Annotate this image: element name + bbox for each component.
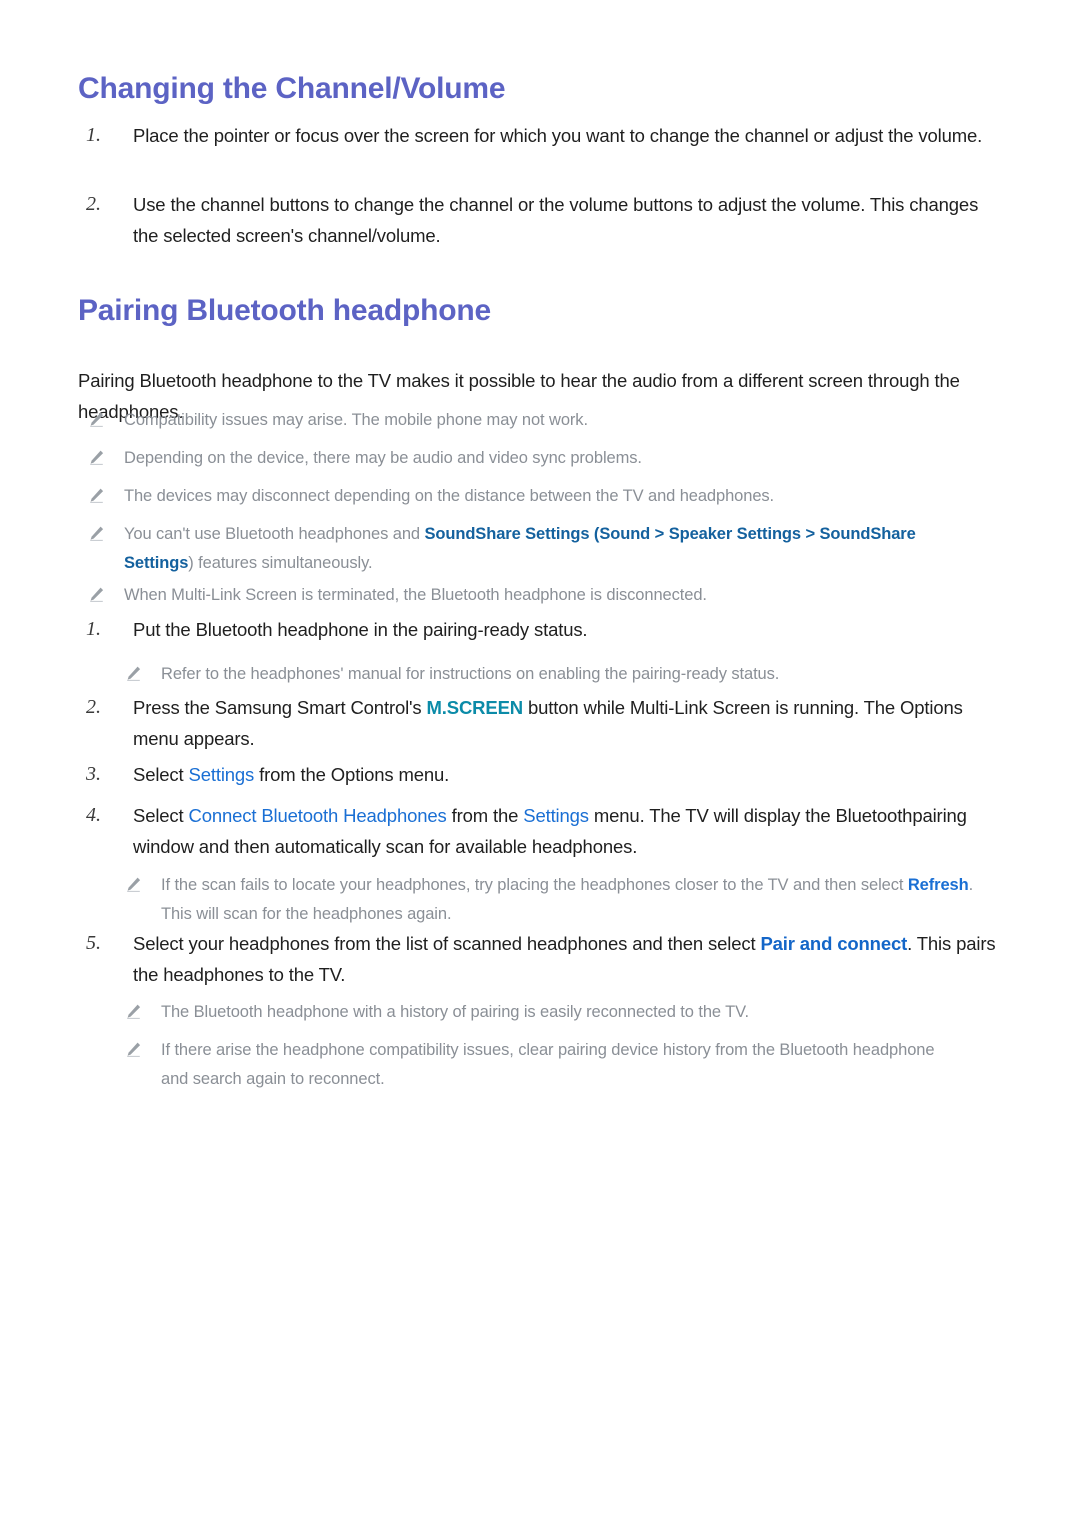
step-lead: Press the Samsung Smart Control's [133,697,427,718]
pencil-icon [88,487,105,504]
menu-ref-refresh[interactable]: Refresh [908,876,969,894]
list-item-text: Select Settings from the Options menu. [133,759,991,790]
chevron-right-icon: > [650,525,669,543]
pencil-icon [88,586,105,603]
list-item-text: Select Connect Bluetooth Headphones from… [133,800,991,862]
document-page: Changing the Channel/Volume 1. Place the… [0,0,1080,1527]
list-item-text: Select your headphones from the list of … [133,928,1006,990]
note-text: When Multi-Link Screen is terminated, th… [124,586,707,604]
note-item: The devices may disconnect depending on … [88,482,988,511]
pencil-icon [125,665,142,682]
pencil-icon [125,1041,142,1058]
pencil-icon [125,876,142,893]
note-item: Compatibility issues may arise. The mobi… [88,406,988,435]
note-lead: If the scan fails to locate your headpho… [161,876,908,894]
note-text: The Bluetooth headphone with a history o… [161,1003,750,1021]
remote-key-m-screen[interactable]: M.SCREEN [427,697,524,718]
note-text: The devices may disconnect depending on … [124,487,775,505]
sub-note-item: If there arise the headphone compatibili… [125,1036,955,1094]
menu-ref-connect-bluetooth-headphones[interactable]: Connect Bluetooth Headphones [189,805,447,826]
menu-ref-sound[interactable]: Sound [599,525,650,543]
list-item: 2. Press the Samsung Smart Control's M.S… [86,692,991,754]
menu-ref-soundshare-settings[interactable]: SoundShare Settings [424,525,589,543]
list-item-text: Use the channel buttons to change the ch… [133,194,979,246]
list-item: 4. Select Connect Bluetooth Headphones f… [86,800,991,862]
list-item: 3. Select Settings from the Options menu… [86,759,991,790]
list-marker: 4. [86,804,101,826]
page-title: Changing the Channel/Volume [78,72,506,105]
list-marker: 1. [86,124,101,146]
section-title-pairing-bluetooth-headphone: Pairing Bluetooth headphone [78,294,491,327]
list-marker: 5. [86,932,101,954]
note-lead: You can't use Bluetooth headphones and [124,525,425,543]
note-item: When Multi-Link Screen is terminated, th… [88,581,988,610]
list-item-text: Put the Bluetooth headphone in the pairi… [133,619,588,640]
paren-open: ( [589,525,600,543]
sub-note-item: The Bluetooth headphone with a history o… [125,998,1005,1027]
pencil-icon [88,449,105,466]
list-item: 1. Put the Bluetooth headphone in the pa… [86,614,986,645]
step-mid: from the [446,805,524,826]
list-marker: 3. [86,763,101,785]
note-text: If there arise the headphone compatibili… [161,1041,935,1088]
note-text: You can't use Bluetooth headphones and S… [124,520,988,578]
list-item-text: Press the Samsung Smart Control's M.SCRE… [133,692,991,754]
pencil-icon [125,1003,142,1020]
list-item: 5. Select your headphones from the list … [86,928,1006,990]
list-marker: 1. [86,618,101,640]
list-item: 1. Place the pointer or focus over the s… [86,120,986,151]
pencil-icon [88,525,105,542]
list-item-text: Place the pointer or focus over the scre… [133,125,983,146]
list-marker: 2. [86,193,101,215]
list-marker: 2. [86,696,101,718]
step-lead: Select [133,764,189,785]
menu-ref-settings-2[interactable]: Settings [523,805,589,826]
step-lead: Select your headphones from the list of … [133,933,761,954]
note-text: If the scan fails to locate your headpho… [161,871,1005,929]
menu-ref-pair-and-connect[interactable]: Pair and connect [760,933,907,954]
sub-note-item: Refer to the headphones' manual for inst… [125,660,985,689]
list-item: 2. Use the channel buttons to change the… [86,189,1006,251]
menu-ref-speaker-settings[interactable]: Speaker Settings [669,525,801,543]
sub-note-item: If the scan fails to locate your headpho… [125,871,1005,929]
note-item: You can't use Bluetooth headphones and S… [88,520,988,578]
note-tail: ) features simultaneously. [188,554,373,572]
pencil-icon [88,411,105,428]
step-lead: Select [133,805,189,826]
note-text: Refer to the headphones' manual for inst… [161,665,780,683]
step-tail: from the Options menu. [254,764,450,785]
chevron-right-icon: > [800,525,820,543]
menu-ref-settings[interactable]: Settings [189,764,255,785]
note-text: Depending on the device, there may be au… [124,449,642,467]
note-item: Depending on the device, there may be au… [88,444,988,473]
note-text: Compatibility issues may arise. The mobi… [124,411,588,429]
